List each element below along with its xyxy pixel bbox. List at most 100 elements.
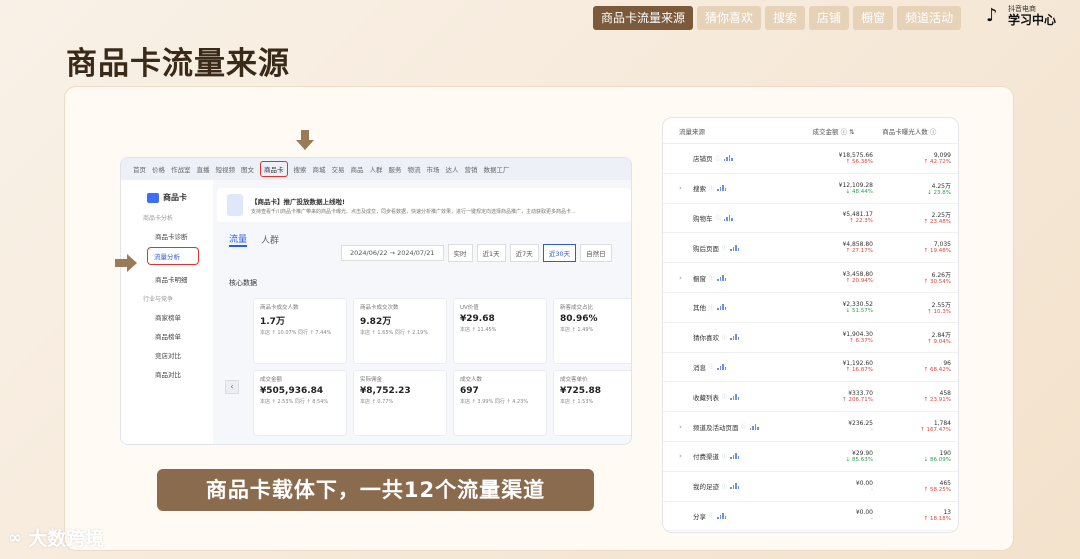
tab-store[interactable]: 店铺 [809, 6, 850, 30]
trend-bar-icon[interactable] [749, 423, 759, 430]
metric-label: 成交人数 [460, 377, 483, 383]
douyin-note-icon: ♪ [986, 5, 998, 26]
traffic-source-name: 橱窗 [693, 274, 706, 283]
info-icon: ⓘ [709, 275, 715, 282]
col-header-gmv[interactable]: 成交金额 ⓘ ⇅ [813, 126, 879, 136]
traffic-row[interactable]: 分享 ⓘ ¥0.00 - 13 ↑ 18.18% [663, 502, 958, 532]
exposure-value: 190 [939, 449, 951, 457]
banner-illustration [227, 194, 243, 216]
ss-sidebar-item-traffic-analysis[interactable]: 流量分析 [147, 247, 199, 265]
ss-nav-item[interactable]: 短视频 [216, 164, 236, 174]
ss-nav-item[interactable]: 直播 [197, 164, 210, 174]
tab-crowd[interactable]: 人群 [261, 233, 279, 246]
exposure-change: ↑ 42.72% [923, 158, 951, 165]
trend-bar-icon[interactable] [723, 214, 733, 221]
caption-banner: 商品卡载体下，一共12个流量渠道 [157, 469, 594, 511]
exposure-change: ↓ 23.8% [927, 189, 951, 196]
ss-nav-item[interactable]: 图文 [241, 164, 254, 174]
date-range-picker[interactable]: 2024/06/22 → 2024/07/21 [341, 245, 444, 261]
tab-showcase[interactable]: 橱窗 [853, 6, 894, 30]
ss-sidebar-item-product-rank[interactable]: 商品榜单 [121, 322, 213, 341]
ss-sidebar-item-product-compare[interactable]: 商品对比 [121, 360, 213, 379]
tab-search[interactable]: 搜索 [765, 6, 806, 30]
info-icon: ⓘ [715, 215, 721, 222]
chevron-right-icon[interactable]: › [679, 452, 682, 460]
metric-card: 商品卡成交人数 1.7万 本店 ↑ 10.07% 同行 ↑ 7.44% [253, 298, 347, 364]
ss-nav-item[interactable]: 人群 [370, 164, 383, 174]
ss-nav-item[interactable]: 商城 [313, 164, 326, 174]
col-header-exposure[interactable]: 商品卡曝光人数 ⓘ [878, 126, 958, 136]
chevron-right-icon[interactable]: › [679, 184, 682, 192]
traffic-row[interactable]: 我的足迹 ⓘ ¥0.00 - 465 ↑ 58.25% [663, 472, 958, 502]
trend-bar-icon[interactable] [730, 244, 740, 251]
traffic-source-name: 店铺页 [693, 155, 713, 164]
traffic-row[interactable]: › 付费渠道 ⓘ ¥29.90 ↓ 85.63% 190 ↓ 86.09% [663, 442, 958, 472]
date-btn-1d[interactable]: 近1天 [476, 244, 506, 262]
traffic-table-header: 流量来源 成交金额 ⓘ ⇅ 商品卡曝光人数 ⓘ [663, 118, 958, 144]
trend-bar-icon[interactable] [730, 453, 740, 460]
ss-nav-item[interactable]: 商品 [351, 164, 364, 174]
trend-bar-icon[interactable] [730, 483, 740, 490]
metric-label: 成交客单价 [560, 377, 588, 383]
gmv-value: ¥1,904.30 [842, 330, 873, 338]
metric-sub: 本店 ↑ 1.49% [560, 327, 594, 333]
metric-value: 697 [460, 386, 479, 396]
ss-nav-item[interactable]: 搜索 [294, 164, 307, 174]
traffic-row[interactable]: 店铺页 ⓘ ¥18,575.66 ↑ 56.38% 9,099 ↑ 42.72% [663, 144, 958, 174]
ss-main: 【商品卡】推广投放数据上线啦! 支持查看千川商品卡推广带来的商品卡曝光、点击及成… [217, 180, 631, 444]
info-icon: ⓘ [709, 185, 715, 192]
date-btn-7d[interactable]: 近7天 [509, 244, 539, 262]
ss-sidebar-item-store-compare[interactable]: 竞店对比 [121, 341, 213, 360]
traffic-row[interactable]: 购后页面 ⓘ ¥4,858.80 ↑ 27.17% 7,035 ↑ 19.48% [663, 233, 958, 264]
core-data-title: 核心数据 [229, 279, 257, 287]
date-btn-30d[interactable]: 近30天 [542, 244, 577, 262]
tab-product-card-traffic[interactable]: 商品卡流量来源 [593, 6, 694, 30]
trend-bar-icon[interactable] [717, 363, 727, 370]
ss-nav-item[interactable]: 数据工厂 [484, 164, 510, 174]
ss-nav-item[interactable]: 市场 [427, 164, 440, 174]
tab-guess-you-like[interactable]: 猜你喜欢 [697, 6, 762, 30]
ss-nav-item-product-card[interactable]: 商品卡 [260, 161, 288, 177]
traffic-row[interactable]: › 频道及活动页面 ⓘ ¥236.25 - 1,784 ↑ 167.47% [663, 412, 958, 442]
metric-value: ¥29.68 [460, 314, 495, 324]
traffic-row[interactable]: › 橱窗 ⓘ ¥3,458.80 ↑ 20.94% 6.26万 ↑ 30.54% [663, 263, 958, 293]
trend-bar-icon[interactable] [723, 155, 733, 162]
ss-nav-item[interactable]: 服务 [389, 164, 402, 174]
date-btn-realtime[interactable]: 实时 [447, 244, 473, 262]
ss-nav-item[interactable]: 达人 [446, 164, 459, 174]
trend-bar-icon[interactable] [717, 274, 727, 281]
info-icon: ⓘ [722, 334, 728, 341]
ss-nav-item[interactable]: 物流 [408, 164, 421, 174]
ss-nav: 首页 价格 作战室 直播 短视频 图文 商品卡 搜索 商城 交易 商品 人群 服… [121, 158, 631, 180]
embedded-screenshot: 首页 价格 作战室 直播 短视频 图文 商品卡 搜索 商城 交易 商品 人群 服… [120, 157, 632, 445]
traffic-row[interactable]: 购物车 ⓘ ¥5,481.17 ↑ 22.3% 2.25万 ↑ 23.48% [663, 204, 958, 234]
ss-sidebar-item-diagnosis[interactable]: 商品卡诊断 [121, 222, 213, 241]
chevron-left-icon[interactable]: ‹ [225, 380, 239, 394]
trend-bar-icon[interactable] [730, 393, 740, 400]
metric-sub: 本店 ↑ 2.53% 同行 ↑ 8.54% [260, 399, 329, 405]
trend-bar-icon[interactable] [717, 185, 727, 192]
ss-sidebar-item-store-rank[interactable]: 商家榜单 [121, 303, 213, 322]
tab-traffic[interactable]: 流量 [229, 232, 248, 247]
trend-bar-icon[interactable] [717, 304, 727, 311]
ss-sidebar-section: 商品卡分析 [143, 215, 174, 222]
traffic-row[interactable]: 消息 ⓘ ¥1,192.60 ↑ 16.87% 96 ↑ 68.42% [663, 353, 958, 383]
trend-bar-icon[interactable] [717, 512, 727, 519]
metric-sub: 本店 ↑ 0.77% [360, 399, 394, 405]
ss-nav-item[interactable]: 交易 [332, 164, 345, 174]
tab-channel-activity[interactable]: 频道活动 [897, 6, 962, 30]
ss-nav-item[interactable]: 作战室 [171, 164, 191, 174]
traffic-row[interactable]: 其他 ⓘ ¥2,330.52 ↓ 51.57% 2.55万 ↑ 10.3% [663, 293, 958, 323]
date-btn-natural-day[interactable]: 自然日 [580, 244, 612, 262]
trend-bar-icon[interactable] [730, 334, 740, 341]
exposure-value: 2.55万 [931, 301, 951, 309]
ss-nav-item[interactable]: 首页 [133, 164, 146, 174]
traffic-row[interactable]: 收藏列表 ⓘ ¥333.70 ↑ 206.71% 458 ↑ 23.91% [663, 382, 958, 413]
traffic-row[interactable]: › 搜索 ⓘ ¥12,109.28 ↓ 48.44% 4.25万 ↓ 23.8% [663, 174, 958, 204]
ss-nav-item[interactable]: 营销 [465, 164, 478, 174]
chevron-right-icon[interactable]: › [679, 423, 682, 431]
traffic-row[interactable]: 猜你喜欢 ⓘ ¥1,904.30 ↑ 6.37% 2.84万 ↑ 9.04% [663, 323, 958, 353]
ss-nav-item[interactable]: 价格 [152, 164, 165, 174]
chevron-right-icon[interactable]: › [679, 274, 682, 282]
gmv-change: ↑ 206.71% [842, 397, 873, 404]
